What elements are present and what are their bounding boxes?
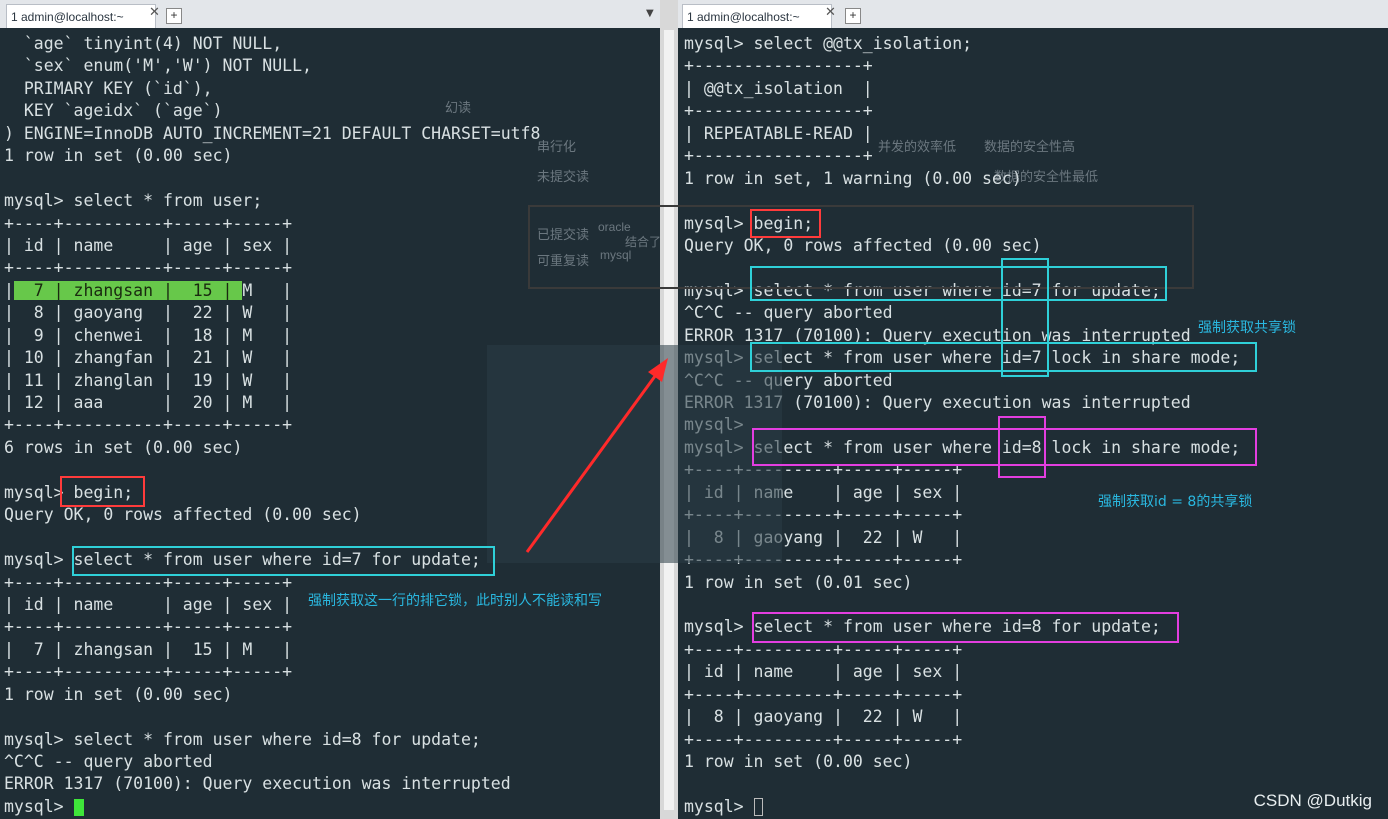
watermark: CSDN @Dutkig [1253,791,1372,810]
left-lock-note: 强制获取这一行的排它锁，此时别人不能读和写 [308,593,602,609]
right-share-lock-note: 强制获取共享锁 [1198,320,1296,336]
right-id8-share-note: 强制获取id = 8的共享锁 [1098,494,1253,510]
arrow-annotation [525,358,668,553]
